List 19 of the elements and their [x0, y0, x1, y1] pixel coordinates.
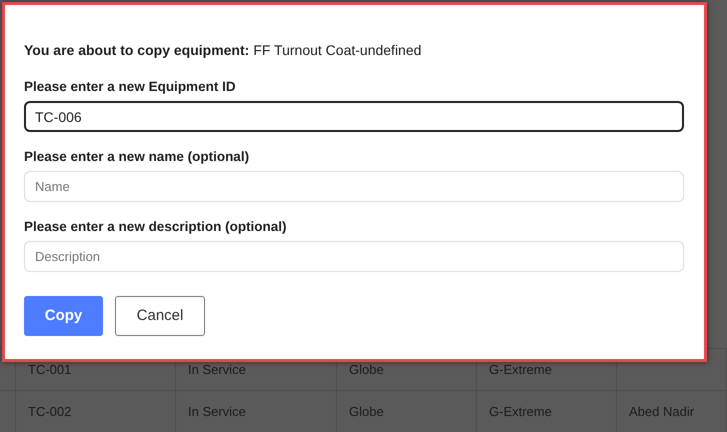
intro-label: You are about to copy equipment:: [24, 41, 250, 59]
table-cell-text: In Service: [188, 360, 246, 379]
table-cell-text: G-Extreme: [489, 402, 552, 421]
table-cell-text: Globe: [349, 360, 384, 379]
input-field[interactable]: Description: [24, 241, 684, 272]
equipment-name: FF Turnout Coat-undefined: [253, 41, 422, 59]
cancel-button[interactable]: Cancel: [115, 296, 205, 336]
table-cell-text: TC-001: [28, 360, 72, 379]
field-label: Please enter a new description (optional): [24, 218, 288, 236]
input-field[interactable]: Name: [24, 171, 684, 202]
field-label: Please enter a new name (optional): [24, 148, 250, 166]
table-cell-text: Abed Nadir: [629, 402, 694, 421]
table-cell-text: In Service: [188, 402, 246, 421]
table-cell-text: TC-002: [28, 402, 72, 421]
table-cell-text: G-Extreme: [489, 360, 552, 379]
field-label: Please enter a new Equipment ID: [24, 78, 237, 96]
input-field[interactable]: TC-006: [24, 101, 684, 132]
copy-button[interactable]: Copy: [24, 296, 103, 336]
table-cell-text: Globe: [349, 402, 384, 421]
